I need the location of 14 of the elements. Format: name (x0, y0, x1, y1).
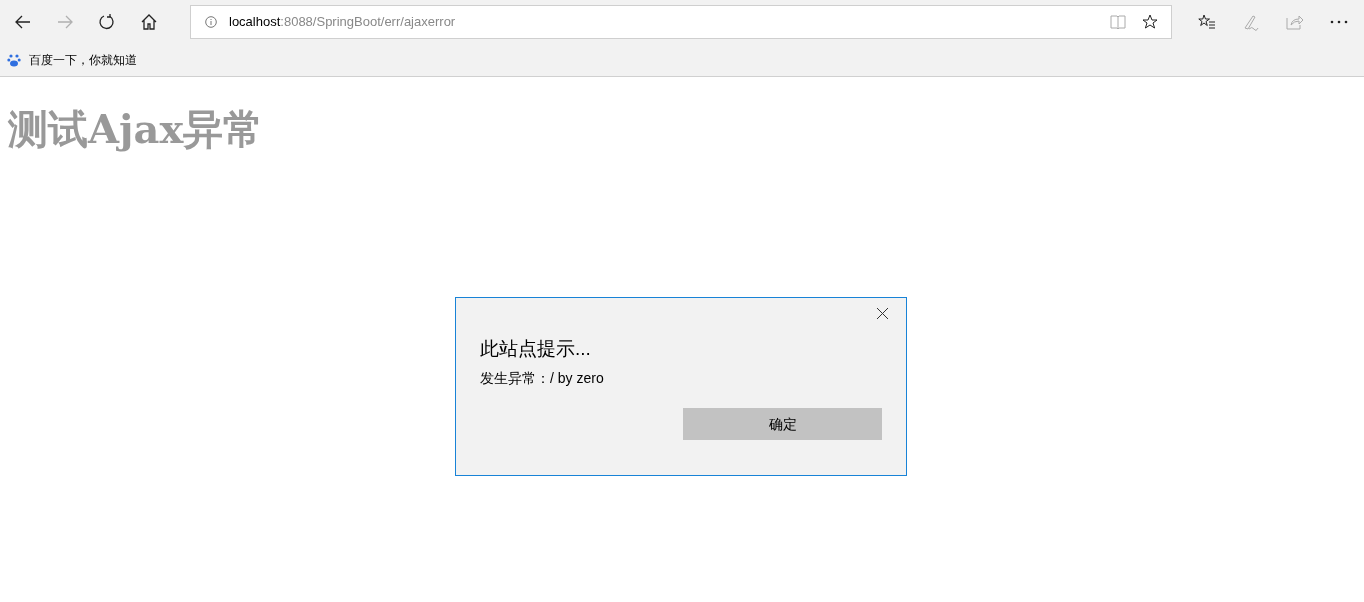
close-icon[interactable] (877, 308, 888, 319)
ok-button[interactable]: 确定 (683, 408, 882, 440)
dialog-message: 发生异常：/ by zero (480, 369, 604, 388)
favorites-list-icon[interactable] (1198, 14, 1216, 30)
favorite-link[interactable]: 百度一下，你就知道 (29, 51, 137, 69)
refresh-icon[interactable] (98, 13, 116, 31)
address-field[interactable]: localhost:8088/SpringBoot/err/ajaxerror (190, 5, 1172, 39)
more-icon[interactable] (1330, 20, 1348, 24)
home-icon[interactable] (140, 13, 158, 31)
paw-icon (7, 53, 21, 67)
star-icon[interactable] (1142, 14, 1158, 30)
dialog-title: 此站点提示... (480, 337, 591, 361)
back-arrow-icon[interactable] (14, 13, 32, 31)
info-icon[interactable] (205, 16, 217, 28)
